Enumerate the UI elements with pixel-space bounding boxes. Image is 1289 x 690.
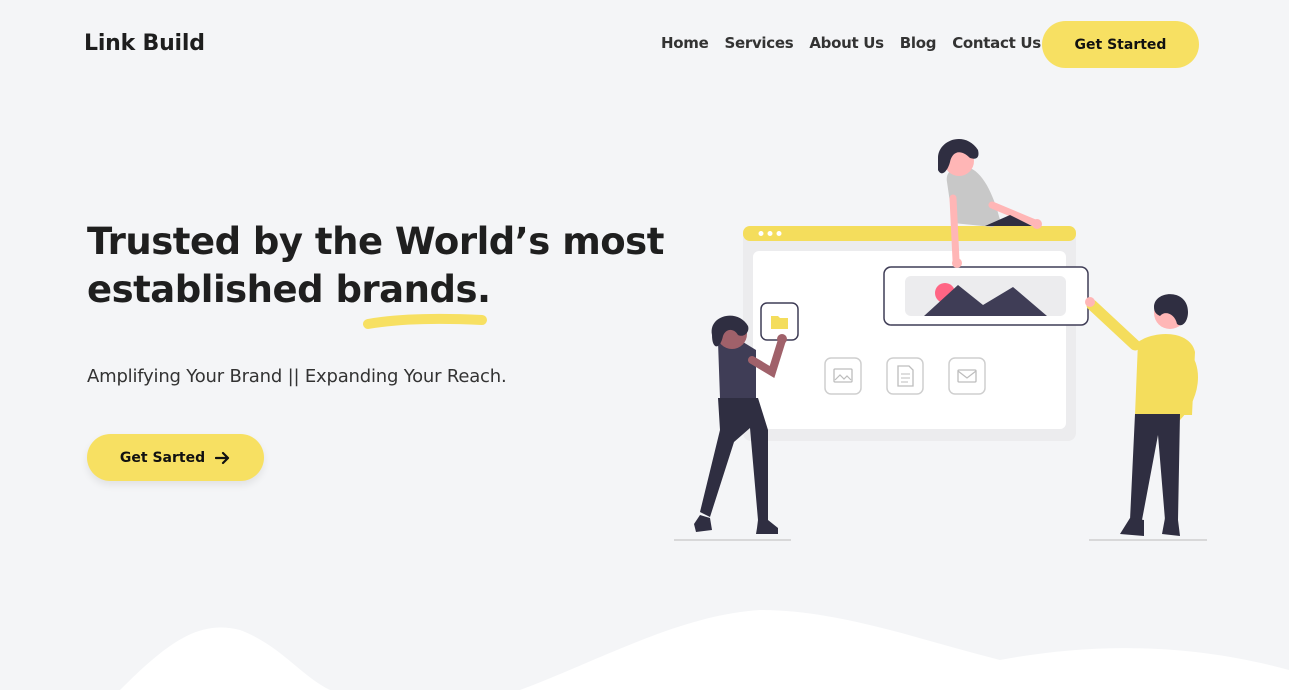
title-underline-decoration: [363, 313, 487, 329]
mail-icon: [948, 357, 986, 395]
man-right-illustration: [1085, 294, 1207, 541]
image-icon: [824, 357, 862, 395]
nav-link-services[interactable]: Services: [724, 34, 793, 52]
hero-illustration: [674, 138, 1207, 541]
nav-link-contact-us[interactable]: Contact Us: [952, 34, 1041, 52]
nav-link-home[interactable]: Home: [661, 34, 709, 52]
wave-decoration: [120, 610, 1289, 690]
hero-title-line-2: established brands.: [87, 268, 491, 311]
hero-title: Trusted by the World’s most established …: [87, 218, 687, 314]
document-icon: [886, 357, 924, 395]
arrow-right-icon: [215, 451, 230, 464]
get-started-hero-button[interactable]: Get Sarted: [87, 434, 264, 481]
nav-link-about-us[interactable]: About Us: [809, 34, 884, 52]
get-started-button[interactable]: Get Started: [1042, 21, 1199, 68]
hero-subtitle: Amplifying Your Brand || Expanding Your …: [87, 366, 507, 387]
nav-link-blog[interactable]: Blog: [900, 34, 937, 52]
hero-cta-label: Get Sarted: [119, 449, 206, 466]
brand-logo[interactable]: Link Build: [84, 31, 205, 56]
hero-title-line-1: Trusted by the World’s most: [87, 220, 664, 263]
browser-window-illustration: [743, 226, 1089, 441]
image-card-illustration: [883, 266, 1089, 326]
navbar: Link Build Home Services About Us Blog C…: [0, 0, 1289, 90]
nav-links: Home Services About Us Blog Contact Us: [661, 34, 1041, 52]
folder-icon: [760, 302, 799, 341]
